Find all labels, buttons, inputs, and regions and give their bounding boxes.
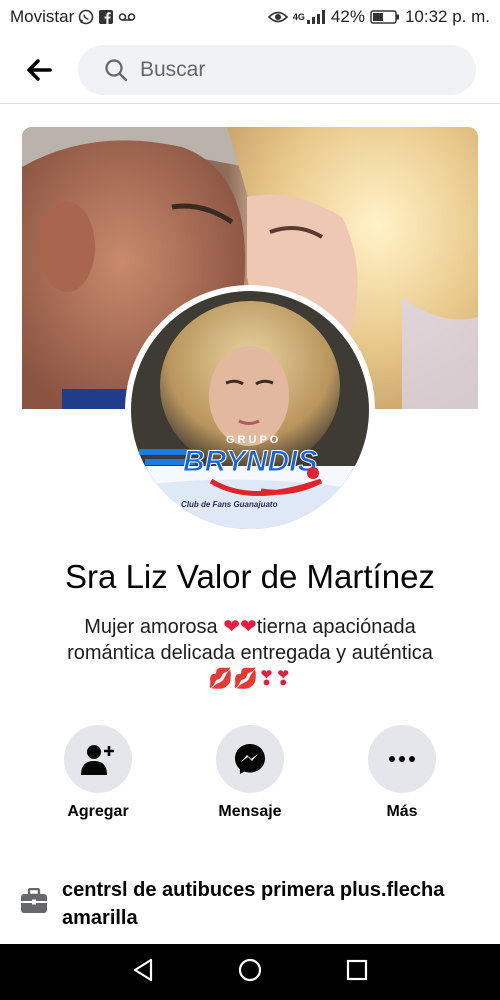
hearts-emoji-icon: ❣❣ (258, 668, 292, 690)
nav-back-button[interactable] (132, 958, 154, 987)
battery-percent: 42% (330, 7, 365, 26)
square-recents-icon (346, 959, 368, 980)
bio-text-1a: Mujer amorosa (84, 616, 218, 638)
facebook-icon (98, 9, 114, 25)
signal-icon: 4G (293, 10, 326, 24)
add-friend-button[interactable]: Agregar (38, 725, 158, 821)
add-friend-icon (81, 745, 114, 775)
voicemail-icon (118, 11, 136, 23)
heart-emoji-icon: ❤❤ (223, 616, 257, 638)
avatar-photo: GRUPO BRYNDIS Club de Fans Guanajuato (131, 291, 369, 529)
add-friend-circle[interactable] (64, 725, 132, 793)
battery-icon (370, 10, 400, 24)
profile-name: Sra Liz Valor de Martínez (65, 558, 435, 595)
nav-home-button[interactable] (238, 958, 262, 987)
avatar-badge-main: BRYNDIS (183, 445, 317, 478)
more-label: Más (386, 803, 418, 820)
add-friend-label: Agregar (67, 803, 129, 820)
profile-actions: Agregar Mensaje Más (0, 725, 500, 825)
triangle-back-icon (133, 958, 153, 981)
search-icon (105, 58, 128, 81)
carrier-label: Movistar (10, 7, 75, 26)
profile-bio: Mujer amorosa ❤❤tierna apaciónada románt… (20, 614, 480, 692)
back-arrow-icon (27, 58, 52, 81)
work-text: centrsl de autibuces primera plus.flecha… (62, 879, 445, 929)
whatsapp-icon (78, 9, 94, 25)
kiss-emoji-icon: 💋💋 (208, 668, 259, 690)
search-header: Buscar (0, 36, 500, 104)
clock: 10:32 p. m. (404, 7, 490, 26)
circle-home-icon (238, 958, 262, 981)
more-icon (389, 756, 415, 762)
network-label: 4G (292, 12, 305, 22)
message-button[interactable]: Mensaje (190, 725, 310, 821)
more-button[interactable]: Más (342, 725, 462, 821)
back-button[interactable] (0, 36, 78, 104)
work-info: centrsl de autibuces primera plus.flecha… (20, 876, 480, 932)
profile-avatar[interactable]: GRUPO BRYNDIS Club de Fans Guanajuato (125, 285, 375, 535)
bio-text-1b: tierna apaciónada (256, 616, 416, 638)
android-nav-bar (0, 944, 500, 1000)
messenger-icon (235, 744, 265, 774)
search-input[interactable]: Buscar (78, 44, 476, 95)
message-circle[interactable] (216, 725, 284, 793)
status-bar: Movistar 4G 42% 10:32 p. m. (0, 0, 500, 34)
bio-line-2: romántica delicada entregada y auténtica (67, 642, 433, 664)
briefcase-icon (20, 887, 48, 932)
nav-recents-button[interactable] (346, 959, 368, 986)
search-placeholder: Buscar (140, 57, 206, 81)
eye-icon (267, 10, 288, 24)
avatar-badge-sub: Club de Fans Guanajuato (181, 500, 278, 509)
message-label: Mensaje (218, 803, 282, 820)
bio-line-1: Mujer amorosa ❤❤tierna apaciónada (20, 614, 480, 640)
bio-emoji-row: 💋💋❣❣ (20, 666, 480, 692)
more-circle[interactable] (368, 725, 436, 793)
